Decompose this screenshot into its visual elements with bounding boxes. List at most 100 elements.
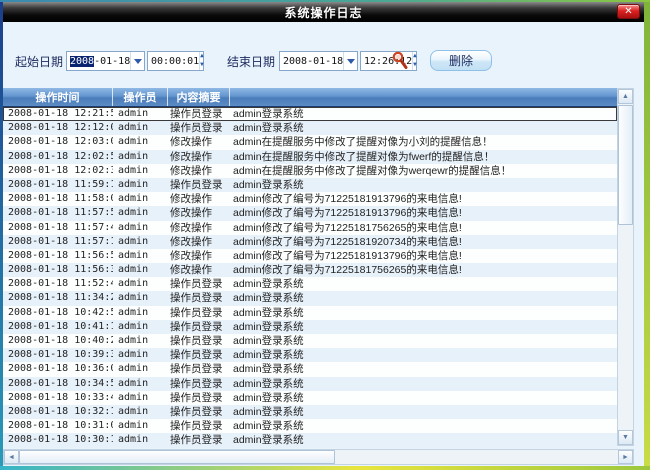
cell-detail: admin登录系统 bbox=[230, 405, 617, 419]
chevron-down-icon[interactable] bbox=[343, 52, 357, 70]
cell-time: 2008-01-18 11:56:52 bbox=[3, 249, 113, 263]
cell-type: 操作员登录 bbox=[168, 433, 230, 447]
vertical-scrollbar[interactable]: ▲ ▼ bbox=[617, 88, 634, 446]
header-content-summary[interactable]: 内容摘要 bbox=[168, 88, 230, 106]
table-row[interactable]: 2008-01-18 10:41:16admin操作员登录admin登录系统 bbox=[3, 320, 617, 334]
search-icon[interactable] bbox=[391, 51, 409, 70]
cell-detail: admin修改了编号为71225181913796的来电信息! bbox=[230, 192, 617, 206]
cell-detail: admin修改了编号为71225181756265的来电信息! bbox=[230, 221, 617, 235]
cell-type: 修改操作 bbox=[168, 150, 230, 164]
cell-operator: admin bbox=[113, 164, 168, 178]
table-row[interactable]: 2008-01-18 12:12:01admin操作员登录admin登录系统 bbox=[3, 121, 617, 135]
table-row[interactable]: 2008-01-18 11:57:47admin修改操作admin修改了编号为7… bbox=[3, 221, 617, 235]
table-row[interactable]: 2008-01-18 11:59:18admin操作员登录admin登录系统 bbox=[3, 178, 617, 192]
cell-detail: admin在提醒服务中修改了提醒对像为小刘的提醒信息！ bbox=[230, 135, 617, 149]
table-row[interactable]: 2008-01-18 11:34:29admin操作员登录admin登录系统 bbox=[3, 291, 617, 305]
header-operation-time[interactable]: 操作时间 bbox=[3, 88, 113, 106]
cell-operator: admin bbox=[113, 377, 168, 391]
table-row[interactable]: 2008-01-18 10:30:14admin操作员登录admin登录系统 bbox=[3, 433, 617, 447]
start-date-picker[interactable]: 2008-01-18 bbox=[66, 51, 145, 71]
log-table: 操作时间 操作员 内容摘要 2008-01-18 12:21:51admin操作… bbox=[3, 88, 617, 448]
window-title: 系统操作日志 bbox=[284, 4, 362, 21]
cell-type: 操作员登录 bbox=[168, 391, 230, 405]
table-row[interactable]: 2008-01-18 10:33:43admin操作员登录admin登录系统 bbox=[3, 391, 617, 405]
table-row[interactable]: 2008-01-18 11:57:55admin修改操作admin修改了编号为7… bbox=[3, 206, 617, 220]
cell-operator: admin bbox=[113, 150, 168, 164]
cell-operator: admin bbox=[113, 107, 168, 121]
table-row[interactable]: 2008-01-18 12:02:30admin修改操作admin在提醒服务中修… bbox=[3, 164, 617, 178]
spin-down-icon[interactable]: ▼ bbox=[200, 61, 204, 70]
cell-type: 操作员登录 bbox=[168, 405, 230, 419]
cell-operator: admin bbox=[113, 306, 168, 320]
table-row[interactable]: 2008-01-18 12:02:59admin修改操作admin在提醒服务中修… bbox=[3, 150, 617, 164]
cell-detail: admin登录系统 bbox=[230, 362, 617, 376]
vertical-scroll-thumb[interactable] bbox=[618, 105, 633, 225]
cell-detail: admin登录系统 bbox=[230, 377, 617, 391]
horizontal-scroll-track[interactable] bbox=[336, 450, 618, 464]
spin-up-icon[interactable]: ▲ bbox=[200, 52, 204, 61]
horizontal-scroll-thumb[interactable] bbox=[19, 450, 335, 464]
cell-operator: admin bbox=[113, 348, 168, 362]
header-operator[interactable]: 操作员 bbox=[113, 88, 168, 106]
table-row[interactable]: 2008-01-18 11:58:02admin修改操作admin修改了编号为7… bbox=[3, 192, 617, 206]
table-row[interactable]: 2008-01-18 11:57:14admin修改操作admin修改了编号为7… bbox=[3, 235, 617, 249]
table-row[interactable]: 2008-01-18 10:34:53admin操作员登录admin登录系统 bbox=[3, 377, 617, 391]
title-bar[interactable]: 系统操作日志 ✕ bbox=[3, 2, 644, 22]
start-date-label: 起始日期 bbox=[15, 53, 63, 70]
cell-operator: admin bbox=[113, 206, 168, 220]
table-row[interactable]: 2008-01-18 10:31:04admin操作员登录admin登录系统 bbox=[3, 419, 617, 433]
end-date-picker[interactable]: 2008-01-18 bbox=[279, 51, 358, 71]
table-row[interactable]: 2008-01-18 11:56:52admin修改操作admin修改了编号为7… bbox=[3, 249, 617, 263]
cell-detail: admin登录系统 bbox=[230, 419, 617, 433]
start-date-year-selected: 2008 bbox=[70, 56, 94, 67]
cell-operator: admin bbox=[113, 362, 168, 376]
cell-time: 2008-01-18 11:52:48 bbox=[3, 277, 113, 291]
cell-operator: admin bbox=[113, 320, 168, 334]
cell-time: 2008-01-18 11:58:02 bbox=[3, 192, 113, 206]
cell-time: 2008-01-18 12:03:05 bbox=[3, 135, 113, 149]
header-empty bbox=[230, 88, 617, 106]
cell-detail: admin在提醒服务中修改了提醒对像为werqewr的提醒信息！ bbox=[230, 164, 617, 178]
cell-type: 操作员登录 bbox=[168, 306, 230, 320]
scroll-down-icon[interactable]: ▼ bbox=[618, 430, 633, 445]
cell-type: 操作员登录 bbox=[168, 277, 230, 291]
cell-operator: admin bbox=[113, 419, 168, 433]
table-row[interactable]: 2008-01-18 10:36:00admin操作员登录admin登录系统 bbox=[3, 362, 617, 376]
cell-operator: admin bbox=[113, 178, 168, 192]
chevron-down-icon[interactable] bbox=[130, 52, 144, 70]
table-row[interactable]: 2008-01-18 10:42:57admin操作员登录admin登录系统 bbox=[3, 306, 617, 320]
cell-time: 2008-01-18 12:12:01 bbox=[3, 121, 113, 135]
delete-button[interactable]: 删除 bbox=[430, 50, 492, 71]
cell-detail: admin修改了编号为71225181913796的来电信息! bbox=[230, 249, 617, 263]
cell-time: 2008-01-18 10:33:43 bbox=[3, 391, 113, 405]
cell-type: 操作员登录 bbox=[168, 107, 230, 121]
table-row[interactable]: 2008-01-18 10:40:22admin操作员登录admin登录系统 bbox=[3, 334, 617, 348]
cell-type: 修改操作 bbox=[168, 235, 230, 249]
cell-operator: admin bbox=[113, 405, 168, 419]
cell-operator: admin bbox=[113, 249, 168, 263]
table-row[interactable]: 2008-01-18 12:21:51admin操作员登录admin登录系统 bbox=[3, 107, 617, 121]
close-button[interactable]: ✕ bbox=[617, 4, 640, 19]
spin-down-icon[interactable]: ▼ bbox=[413, 61, 417, 70]
cell-type: 操作员登录 bbox=[168, 348, 230, 362]
dialog-content: 起始日期 2008-01-18 00:00:01 ▲ ▼ 结束日期 2008-0… bbox=[3, 22, 644, 466]
scroll-right-icon[interactable]: ► bbox=[618, 450, 633, 464]
cell-time: 2008-01-18 11:57:14 bbox=[3, 235, 113, 249]
spin-up-icon[interactable]: ▲ bbox=[413, 52, 417, 61]
scroll-up-icon[interactable]: ▲ bbox=[618, 89, 633, 104]
cell-type: 操作员登录 bbox=[168, 121, 230, 135]
table-row[interactable]: 2008-01-18 12:03:05admin修改操作admin在提醒服务中修… bbox=[3, 135, 617, 149]
table-row[interactable]: 2008-01-18 11:52:48admin操作员登录admin登录系统 bbox=[3, 277, 617, 291]
table-row[interactable]: 2008-01-18 10:32:12admin操作员登录admin登录系统 bbox=[3, 405, 617, 419]
cell-time: 2008-01-18 11:57:47 bbox=[3, 221, 113, 235]
vertical-scroll-track[interactable] bbox=[618, 225, 633, 429]
start-time-spin-buttons: ▲ ▼ bbox=[199, 52, 204, 70]
cell-detail: admin登录系统 bbox=[230, 277, 617, 291]
scroll-left-icon[interactable]: ◄ bbox=[4, 450, 19, 464]
horizontal-scrollbar[interactable]: ◄ ► bbox=[3, 449, 634, 465]
table-row[interactable]: 2008-01-18 11:56:30admin修改操作admin修改了编号为7… bbox=[3, 263, 617, 277]
cell-time: 2008-01-18 11:56:30 bbox=[3, 263, 113, 277]
cell-detail: admin登录系统 bbox=[230, 391, 617, 405]
table-row[interactable]: 2008-01-18 10:39:31admin操作员登录admin登录系统 bbox=[3, 348, 617, 362]
start-time-spinner[interactable]: 00:00:01 ▲ ▼ bbox=[147, 51, 204, 71]
